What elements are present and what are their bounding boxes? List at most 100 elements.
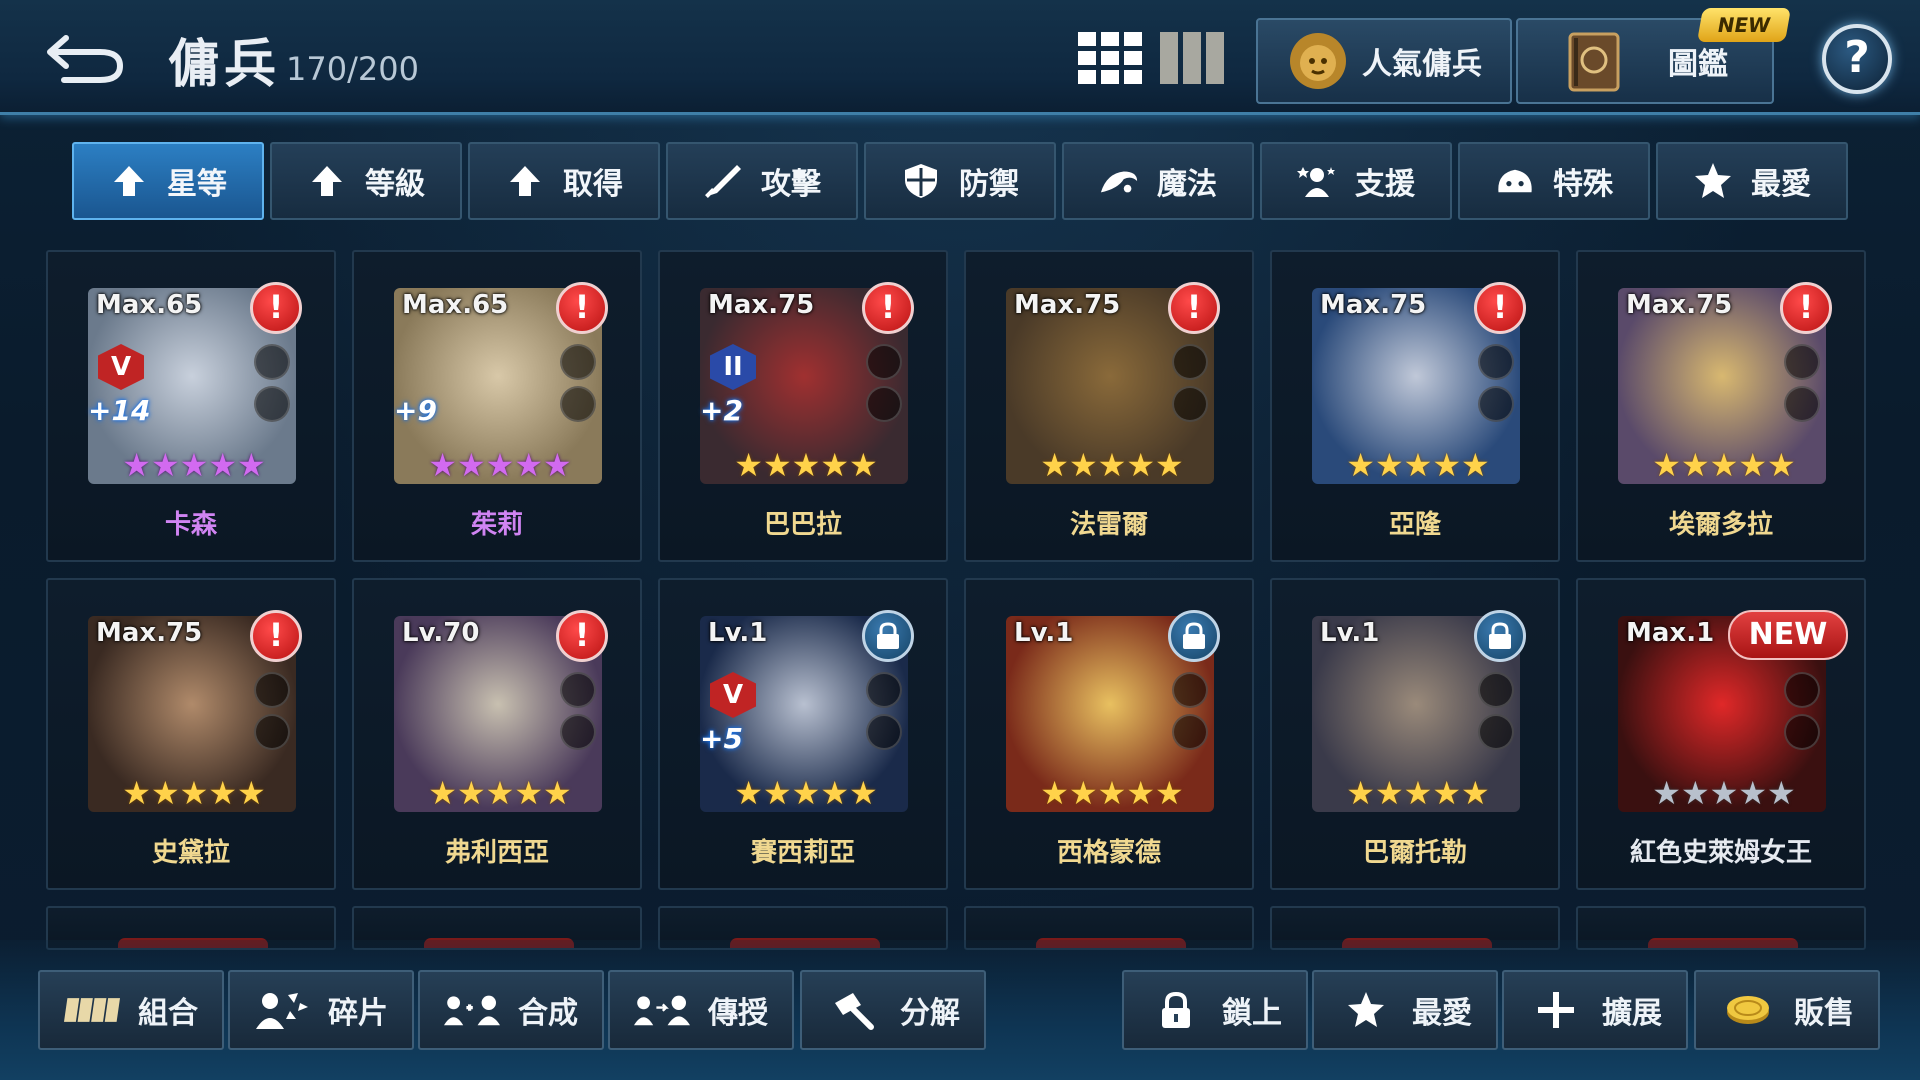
back-arrow-icon bbox=[47, 35, 124, 83]
tab-support[interactable]: 支援 bbox=[1260, 142, 1452, 220]
star-icon: ★ bbox=[762, 446, 792, 484]
enhance-level: +5 bbox=[700, 722, 743, 755]
star-icon: ★ bbox=[428, 774, 457, 812]
tab-favorites[interactable]: 最愛 bbox=[1656, 142, 1848, 220]
mercenary-card[interactable]: Lv.1 ★ ★ ★ ★ ★ 西格蒙德 bbox=[964, 578, 1254, 890]
star-icon: ★ bbox=[150, 446, 180, 484]
fragments-button[interactable]: 碎片 bbox=[228, 970, 414, 1050]
mercenary-card[interactable]: Max.75! ★ ★ ★ ★ ★ 亞隆 bbox=[1270, 250, 1560, 562]
equipment-slot bbox=[1784, 714, 1820, 750]
star-icon: ★ bbox=[1403, 446, 1433, 484]
tab-special[interactable]: 特殊 bbox=[1458, 142, 1650, 220]
star-icon: ★ bbox=[849, 446, 878, 484]
transfer-button[interactable]: 傳授 bbox=[608, 970, 794, 1050]
star-icon: ★ bbox=[1709, 774, 1739, 812]
tab-magic[interactable]: 魔法 bbox=[1062, 142, 1254, 220]
star-icon: ★ bbox=[122, 774, 151, 812]
dismantle-button[interactable]: 分解 bbox=[800, 970, 986, 1050]
star-rating: ★ ★ ★ ★ ★ bbox=[1032, 776, 1192, 810]
bottom-button-label: 擴展 bbox=[1602, 996, 1662, 1031]
combine-button[interactable]: 合成 bbox=[418, 970, 604, 1050]
mercenary-card[interactable]: Max.75! II +2 ★ ★ ★ ★ ★ 巴巴拉 bbox=[658, 250, 948, 562]
equipment-slot bbox=[560, 344, 596, 380]
mercenary-name: 亞隆 bbox=[1388, 510, 1441, 540]
alert-icon: ! bbox=[250, 610, 302, 662]
star-icon: ★ bbox=[179, 446, 209, 484]
mercenary-card[interactable]: Lv.70! ★ ★ ★ ★ ★ 弗利西亞 bbox=[352, 578, 642, 890]
popular-mercenaries-button[interactable]: 人氣傭兵 bbox=[1256, 18, 1512, 104]
expand-button[interactable]: 擴展 bbox=[1502, 970, 1688, 1050]
star-icon: ★ bbox=[1040, 774, 1069, 812]
tab-label: 支援 bbox=[1355, 167, 1415, 202]
star-icon: ★ bbox=[1403, 774, 1433, 812]
equipment-slot bbox=[1478, 714, 1514, 750]
mercenary-card[interactable]: Max.1 NEW ★ ★ ★ ★ ★ 紅色史萊姆女王 bbox=[1576, 578, 1866, 890]
grid-view-button[interactable] bbox=[1078, 32, 1142, 84]
tab-level[interactable]: 等級 bbox=[270, 142, 462, 220]
star-icon: ★ bbox=[820, 446, 850, 484]
tab-attack[interactable]: 攻擊 bbox=[666, 142, 858, 220]
alert-icon: ! bbox=[1474, 282, 1526, 334]
star-icon: ★ bbox=[1432, 446, 1462, 484]
help-button[interactable]: ? bbox=[1822, 24, 1892, 94]
bottom-button-label: 合成 bbox=[518, 996, 578, 1031]
column-view-icon bbox=[1160, 32, 1224, 84]
level-label: Max.75 bbox=[96, 618, 203, 648]
tab-star-rank[interactable]: 星等 bbox=[72, 142, 264, 220]
bottom-button-label: 分解 bbox=[900, 996, 960, 1031]
star-icon: ★ bbox=[514, 774, 544, 812]
favorite-button[interactable]: 最愛 bbox=[1312, 970, 1498, 1050]
star-icon: ★ bbox=[514, 446, 544, 484]
lock-button[interactable]: 鎖上 bbox=[1122, 970, 1308, 1050]
star-icon: ★ bbox=[734, 774, 763, 812]
tab-defense[interactable]: 防禦 bbox=[864, 142, 1056, 220]
mercenary-card[interactable]: Lv.1 V +5 ★ ★ ★ ★ ★ 賽西莉亞 bbox=[658, 578, 948, 890]
group-icon bbox=[64, 988, 120, 1032]
mercenary-card[interactable]: Max.75! ★ ★ ★ ★ ★ 埃爾多拉 bbox=[1576, 250, 1866, 562]
mercenary-card[interactable]: Max.65! +9 ★ ★ ★ ★ ★ 茱莉 bbox=[352, 250, 642, 562]
tab-label: 最愛 bbox=[1751, 167, 1811, 202]
back-button[interactable] bbox=[46, 22, 126, 88]
star-rating: ★ ★ ★ ★ ★ bbox=[726, 776, 886, 810]
lion-crest-icon bbox=[1290, 33, 1346, 89]
tab-acquired[interactable]: 取得 bbox=[468, 142, 660, 220]
new-tag: NEW bbox=[1728, 610, 1848, 660]
equipment-slot bbox=[1172, 344, 1208, 380]
mercenary-card[interactable]: Max.75! ★ ★ ★ ★ ★ 史黛拉 bbox=[46, 578, 336, 890]
bottom-button-label: 碎片 bbox=[328, 996, 388, 1031]
mercenary-count: 170/200 bbox=[286, 50, 419, 88]
level-label: Lv.1 bbox=[1320, 618, 1380, 648]
equipment-slot bbox=[1478, 672, 1514, 708]
mercenary-card[interactable]: Lv.1 ★ ★ ★ ★ ★ 巴爾托勒 bbox=[1270, 578, 1560, 890]
level-label: Max.1 bbox=[1626, 618, 1715, 648]
star-icon: ★ bbox=[208, 774, 238, 812]
star-icon: ★ bbox=[485, 446, 515, 484]
new-badge: NEW bbox=[1697, 8, 1791, 42]
mercenary-name: 史黛拉 bbox=[151, 838, 230, 868]
star-icon: ★ bbox=[1374, 774, 1404, 812]
group-button[interactable]: 組合 bbox=[38, 970, 224, 1050]
mercenary-card[interactable]: Max.75! ★ ★ ★ ★ ★ 法雷爾 bbox=[964, 250, 1254, 562]
equipment-slot bbox=[866, 714, 902, 750]
mercenary-name: 弗利西亞 bbox=[444, 838, 549, 868]
mercenary-name: 巴爾托勒 bbox=[1362, 838, 1467, 868]
top-bar: 傭兵 170/200 人氣傭兵 圖鑑 NEW ? bbox=[0, 0, 1920, 115]
alert-icon: ! bbox=[1168, 282, 1220, 334]
transfer-icon bbox=[634, 988, 690, 1032]
equipment-slot bbox=[254, 386, 290, 422]
sell-button[interactable]: 販售 bbox=[1694, 970, 1880, 1050]
star-icon bbox=[1338, 988, 1394, 1032]
bottom-button-label: 傳授 bbox=[708, 996, 768, 1031]
star-icon: ★ bbox=[1680, 774, 1710, 812]
star-icon: ★ bbox=[734, 446, 763, 484]
equipment-slot bbox=[254, 714, 290, 750]
book-icon bbox=[1568, 32, 1620, 92]
column-view-button[interactable] bbox=[1160, 32, 1224, 84]
star-icon: ★ bbox=[1097, 774, 1127, 812]
star-rating: ★ ★ ★ ★ ★ bbox=[726, 448, 886, 482]
mercenary-card[interactable]: Max.65! V +14 ★ ★ ★ ★ ★ 卡森 bbox=[46, 250, 336, 562]
mercenary-name: 卡森 bbox=[164, 510, 217, 540]
star-icon: ★ bbox=[1346, 774, 1375, 812]
star-icon: ★ bbox=[1155, 774, 1184, 812]
star-icon: ★ bbox=[456, 774, 486, 812]
